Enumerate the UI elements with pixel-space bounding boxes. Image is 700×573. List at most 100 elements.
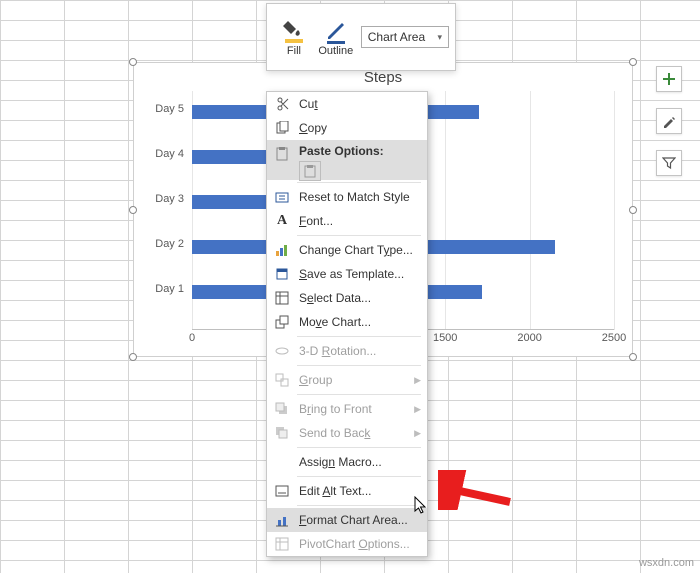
chart-element-selector[interactable]: Chart Area ▾: [361, 26, 449, 48]
menu-reset-style[interactable]: Reset to Match Style: [267, 185, 427, 209]
chevron-down-icon: ▾: [437, 32, 442, 43]
send-back-icon: [271, 423, 293, 443]
chart-title: Steps: [134, 69, 632, 86]
fill-button[interactable]: Fill: [273, 17, 315, 57]
menu-label: Copy: [299, 121, 327, 135]
reset-icon: [271, 187, 293, 207]
menu-separator: [297, 182, 421, 183]
x-tick-label: 2000: [517, 332, 541, 344]
menu-paste-options[interactable]: Paste Options:: [267, 140, 427, 180]
menu-separator: [297, 235, 421, 236]
group-icon: [271, 370, 293, 390]
menu-separator: [297, 365, 421, 366]
selection-handle[interactable]: [629, 58, 637, 66]
rotation-icon: [271, 341, 293, 361]
menu-separator: [297, 505, 421, 506]
brush-icon: [662, 114, 676, 128]
paste-option-button[interactable]: [299, 161, 321, 181]
menu-3d-rotation: 3-D Rotation...: [267, 339, 427, 363]
template-icon: [271, 264, 293, 284]
menu-assign-macro[interactable]: Assign Macro...: [267, 450, 427, 474]
menu-label: Save as Template...: [299, 267, 404, 281]
menu-label: Format Chart Area...: [299, 513, 408, 527]
menu-separator: [297, 394, 421, 395]
chart-filters-button[interactable]: [656, 150, 682, 176]
submenu-arrow-icon: ▶: [414, 375, 421, 386]
chart-styles-button[interactable]: [656, 108, 682, 134]
menu-label: Bring to Front: [299, 402, 372, 416]
menu-label: Assign Macro...: [299, 455, 382, 469]
format-icon: [271, 510, 293, 530]
annotation-arrow: [438, 470, 518, 510]
y-tick-label: Day 3: [155, 193, 184, 205]
selector-value: Chart Area: [368, 30, 425, 44]
menu-separator: [297, 336, 421, 337]
submenu-arrow-icon: ▶: [414, 428, 421, 439]
chart-type-icon: [271, 240, 293, 260]
menu-separator: [297, 476, 421, 477]
menu-label: Edit Alt Text...: [299, 484, 372, 498]
plus-icon: [662, 72, 676, 86]
clipboard-icon: [303, 164, 317, 178]
select-data-icon: [271, 288, 293, 308]
menu-label: Change Chart Type...: [299, 243, 413, 257]
fill-label: Fill: [287, 45, 301, 57]
menu-pivotchart-options: PivotChart Options...: [267, 532, 427, 556]
menu-save-template[interactable]: Save as Template...: [267, 262, 427, 286]
menu-bring-to-front: Bring to Front ▶: [267, 397, 427, 421]
menu-select-data[interactable]: Select Data...: [267, 286, 427, 310]
menu-label: Select Data...: [299, 291, 371, 305]
watermark: wsxdn.com: [639, 557, 694, 569]
chart-elements-button[interactable]: [656, 66, 682, 92]
menu-label: Reset to Match Style: [299, 190, 410, 204]
mini-toolbar: Fill Outline Chart Area ▾: [266, 3, 456, 71]
pen-icon: [324, 17, 348, 45]
grid-line: [614, 91, 615, 330]
menu-label: PivotChart Options...: [299, 537, 410, 551]
selection-handle[interactable]: [129, 206, 137, 214]
menu-label: Font...: [299, 214, 333, 228]
outline-label: Outline: [318, 45, 353, 57]
selection-handle[interactable]: [629, 353, 637, 361]
paste-icon: [271, 144, 293, 164]
y-tick-label: Day 4: [155, 148, 184, 160]
mouse-cursor: [414, 496, 430, 516]
y-tick-label: Day 5: [155, 103, 184, 115]
blank-icon: [271, 452, 293, 472]
menu-edit-alt-text[interactable]: Edit Alt Text...: [267, 479, 427, 503]
context-menu: Cut Copy Paste Options: Reset to Match S…: [266, 91, 428, 557]
selection-handle[interactable]: [129, 353, 137, 361]
menu-label: Paste Options:: [299, 144, 384, 158]
pivot-icon: [271, 534, 293, 554]
menu-label: 3-D Rotation...: [299, 344, 376, 358]
scissors-icon: [271, 94, 293, 114]
y-tick-label: Day 2: [155, 238, 184, 250]
x-tick-label: 2500: [602, 332, 626, 344]
menu-separator: [297, 447, 421, 448]
menu-group: Group ▶: [267, 368, 427, 392]
x-tick-label: 0: [189, 332, 195, 344]
copy-icon: [271, 118, 293, 138]
menu-copy[interactable]: Copy: [267, 116, 427, 140]
bring-front-icon: [271, 399, 293, 419]
alt-text-icon: [271, 481, 293, 501]
outline-button[interactable]: Outline: [315, 17, 357, 57]
menu-label: Move Chart...: [299, 315, 371, 329]
menu-cut[interactable]: Cut: [267, 92, 427, 116]
menu-format-chart-area[interactable]: Format Chart Area...: [267, 508, 427, 532]
menu-label: Send to Back: [299, 426, 370, 440]
funnel-icon: [662, 156, 676, 170]
move-chart-icon: [271, 312, 293, 332]
menu-label: Cut: [299, 97, 318, 111]
menu-change-chart-type[interactable]: Change Chart Type...: [267, 238, 427, 262]
font-icon: A: [271, 211, 293, 231]
selection-handle[interactable]: [629, 206, 637, 214]
y-tick-label: Day 1: [155, 283, 184, 295]
menu-font[interactable]: A Font...: [267, 209, 427, 233]
menu-label: Group: [299, 373, 332, 387]
menu-send-to-back: Send to Back ▶: [267, 421, 427, 445]
submenu-arrow-icon: ▶: [414, 404, 421, 415]
paint-bucket-icon: [282, 17, 306, 45]
selection-handle[interactable]: [129, 58, 137, 66]
menu-move-chart[interactable]: Move Chart...: [267, 310, 427, 334]
